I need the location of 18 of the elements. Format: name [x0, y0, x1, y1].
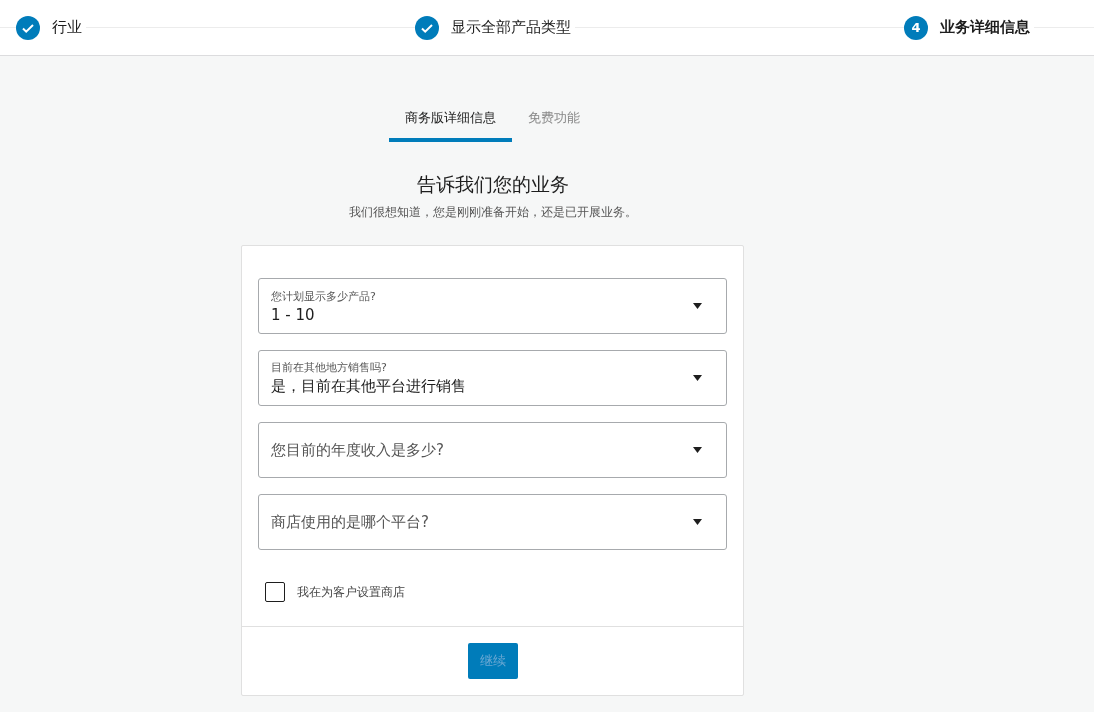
tab[interactable]: 免费功能	[512, 100, 596, 142]
checkbox[interactable]	[265, 582, 285, 602]
tab[interactable]: 商务版详细信息	[389, 100, 512, 142]
dropdown-field[interactable]: 您计划显示多少产品? 1 - 10	[258, 278, 727, 334]
step-label: 显示全部产品类型	[451, 18, 571, 37]
step-number: 4	[904, 15, 928, 40]
step-label: 业务详细信息	[940, 18, 1030, 37]
caret-icon	[693, 375, 702, 381]
subheading: 我们很想知道，您是刚刚准备开始，还是已开展业务。	[348, 204, 637, 221]
caret-icon	[693, 519, 702, 525]
caret-icon	[693, 447, 702, 453]
step-label: 行业	[52, 18, 82, 37]
heading: 告诉我们您的业务	[416, 172, 569, 197]
dropdown-field[interactable]: 商店使用的是哪个平台?	[258, 494, 727, 550]
dropdown-field[interactable]: 您目前的年度收入是多少?	[258, 422, 727, 478]
caret-icon	[693, 303, 702, 309]
dropdown-field[interactable]: 目前在其他地方销售吗? 是，目前在其他平台进行销售	[258, 350, 727, 406]
checkbox-label: 我在为客户设置商店	[297, 583, 405, 601]
